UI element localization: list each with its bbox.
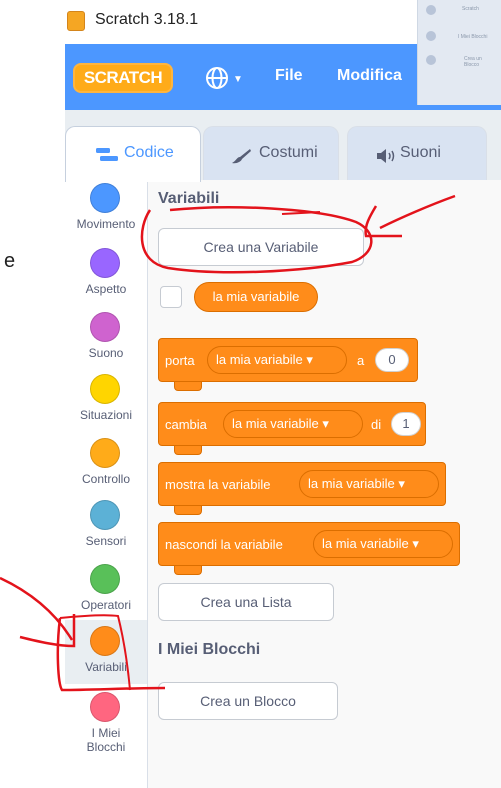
value-input[interactable]: 0 xyxy=(375,348,409,372)
value-input[interactable]: 1 xyxy=(391,412,421,436)
category-control[interactable]: Controllo xyxy=(65,438,147,498)
editor-tabs: Codice Costumi Suoni xyxy=(65,110,501,182)
dropdown-value: la mia variabile xyxy=(308,476,395,491)
category-label: Movimento xyxy=(76,217,136,231)
variable-reporter[interactable]: la mia variabile xyxy=(194,282,318,312)
category-label: I Miei Blocchi xyxy=(86,726,126,754)
block-verb: cambia xyxy=(165,417,207,432)
dropdown-value: la mia variabile xyxy=(216,352,303,367)
chevron-down-icon: ▼ xyxy=(233,74,243,85)
category-menu: Movimento Aspetto Suono Situazioni Contr… xyxy=(65,180,148,788)
show-variable-block[interactable]: mostra la variabile la mia variabile ▾ xyxy=(158,462,446,515)
category-looks-dot xyxy=(90,248,120,278)
category-sensing[interactable]: Sensori xyxy=(65,500,147,560)
hide-variable-block[interactable]: nascondi la variabile la mia variabile ▾ xyxy=(158,522,460,575)
block-verb: mostra la variabile xyxy=(165,477,271,492)
category-variables-dot xyxy=(90,626,120,656)
menu-edit[interactable]: Modifica xyxy=(337,67,402,85)
tab-costumes[interactable]: Costumi xyxy=(203,126,339,182)
variable-dropdown[interactable]: la mia variabile ▾ xyxy=(313,530,453,558)
category-motion-dot xyxy=(90,183,120,213)
make-list-button[interactable]: Crea una Lista xyxy=(158,583,334,621)
variable-dropdown[interactable]: la mia variabile ▾ xyxy=(223,410,363,438)
globe-icon[interactable] xyxy=(205,66,229,90)
variable-dropdown[interactable]: la mia variabile ▾ xyxy=(299,470,439,498)
tab-code[interactable]: Codice xyxy=(65,126,201,182)
category-motion[interactable]: Movimento xyxy=(65,183,147,243)
variable-dropdown[interactable]: la mia variabile ▾ xyxy=(207,346,347,374)
block-palette: Variabili Crea una Variabile la mia vari… xyxy=(148,180,501,788)
dropdown-value: la mia variabile xyxy=(232,416,319,431)
category-sound-dot xyxy=(90,312,120,342)
set-variable-block[interactable]: porta la mia variabile ▾ a 0 xyxy=(158,338,418,391)
menu-file[interactable]: File xyxy=(275,67,303,85)
change-variable-block[interactable]: cambia la mia variabile ▾ di 1 xyxy=(158,402,426,455)
block-verb: nascondi la variabile xyxy=(165,537,283,552)
make-block-button[interactable]: Crea un Blocco xyxy=(158,682,338,720)
tab-sounds[interactable]: Suoni xyxy=(347,126,487,182)
scratch-logo[interactable]: SCRATCH xyxy=(73,63,173,93)
preview-item: I Miei Blocchi xyxy=(458,34,488,40)
block-prep: a xyxy=(357,353,365,368)
variable-checkbox[interactable] xyxy=(160,286,182,308)
preview-item: Crea un Blocco xyxy=(464,56,482,68)
category-control-dot xyxy=(90,438,120,468)
category-operators-dot xyxy=(90,564,120,594)
my-blocks-heading: I Miei Blocchi xyxy=(158,641,261,658)
category-operators[interactable]: Operatori xyxy=(65,564,147,624)
category-label: Variabili xyxy=(85,660,127,674)
category-events[interactable]: Situazioni xyxy=(65,374,147,434)
brush-icon xyxy=(232,149,251,164)
category-label: Suono xyxy=(88,346,124,360)
make-variable-button[interactable]: Crea una Variabile xyxy=(158,228,364,266)
category-my-blocks-dot xyxy=(90,692,120,722)
category-my-blocks[interactable]: I Miei Blocchi xyxy=(65,692,147,762)
category-label: Operatori xyxy=(80,598,132,612)
preview-item: Scratch xyxy=(462,6,479,12)
window-title: Scratch 3.18.1 xyxy=(95,11,199,28)
dropdown-value: la mia variabile xyxy=(322,536,409,551)
category-sensing-dot xyxy=(90,500,120,530)
tab-code-label: Codice xyxy=(124,144,174,161)
category-events-dot xyxy=(90,374,120,404)
block-prep: di xyxy=(371,417,382,432)
speaker-icon xyxy=(377,149,395,163)
category-label: Sensori xyxy=(85,534,127,548)
category-label: Aspetto xyxy=(85,282,127,296)
category-sound[interactable]: Suono xyxy=(65,312,147,372)
category-label: Controllo xyxy=(81,472,131,486)
block-verb: porta xyxy=(165,353,195,368)
variables-heading: Variabili xyxy=(158,190,220,207)
category-variables[interactable]: Variabili xyxy=(65,620,147,684)
code-blocks-icon xyxy=(96,148,118,161)
edge-text: e xyxy=(4,250,16,272)
category-looks[interactable]: Aspetto xyxy=(65,248,147,308)
taskbar-preview[interactable]: Scratch I Miei Blocchi Crea un Blocco xyxy=(417,0,501,105)
tab-sounds-label: Suoni xyxy=(400,144,441,161)
tab-costumes-label: Costumi xyxy=(259,144,318,161)
category-label: Situazioni xyxy=(79,408,133,422)
scratch-app-icon xyxy=(67,11,85,31)
